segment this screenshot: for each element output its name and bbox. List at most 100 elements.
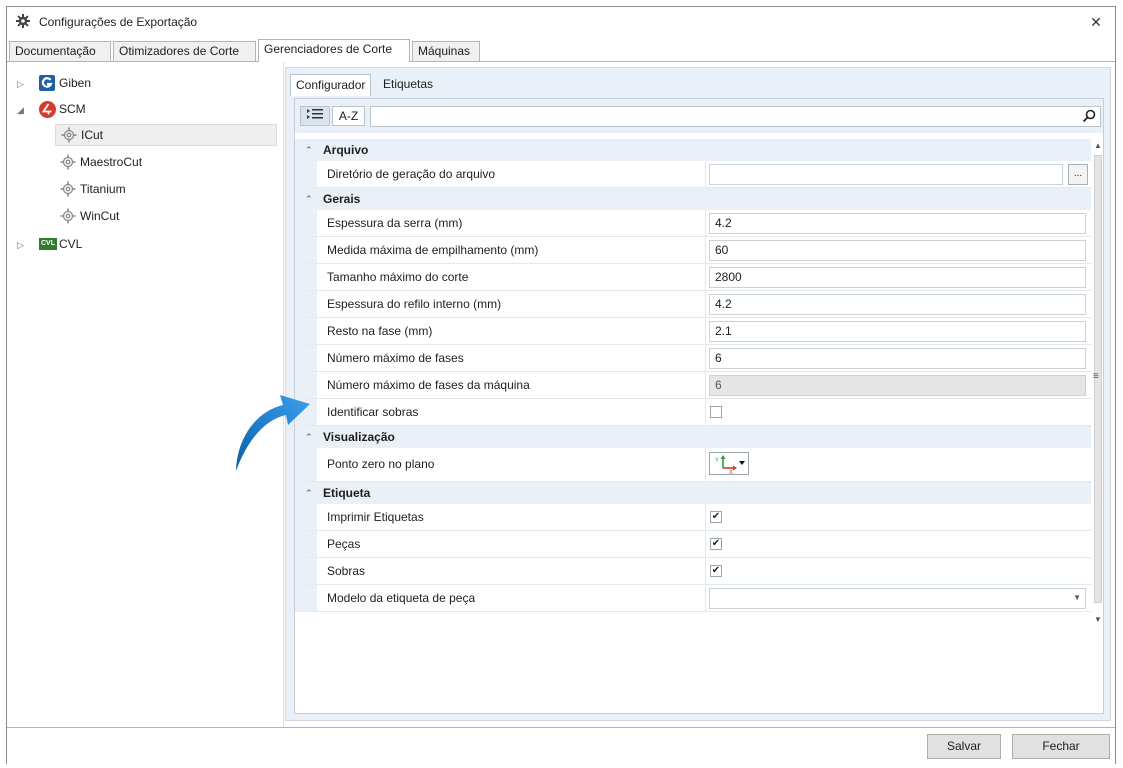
identify-leftovers-checkbox[interactable]	[710, 406, 722, 418]
machine-max-phases-readonly: 6	[709, 375, 1086, 396]
callout-arrow-icon	[233, 395, 313, 480]
property-value: ✔	[705, 558, 1091, 585]
part-label-template-combo[interactable]: ▼	[709, 588, 1086, 609]
collapse-chevron-icon[interactable]: ⌃	[305, 188, 313, 210]
property-label: Resto na fase (mm)	[295, 318, 705, 345]
property-value: 4.2	[705, 210, 1091, 237]
category-etiqueta[interactable]: ⌃ Etiqueta	[295, 482, 1091, 504]
collapse-chevron-icon[interactable]: ⌃	[305, 482, 313, 504]
x-axis-label: X	[729, 470, 733, 474]
property-value: ...	[705, 161, 1091, 188]
tree-item-label: MaestroCut	[80, 155, 143, 169]
property-value: ✔	[705, 504, 1091, 531]
max-cut-length-field[interactable]: 2800	[709, 267, 1086, 288]
property-row: Tamanho máximo do corte 2800	[295, 264, 1091, 291]
tree-item-label: CVL	[59, 237, 83, 251]
property-value: 6	[705, 345, 1091, 372]
inner-trim-thickness-field[interactable]: 4.2	[709, 294, 1086, 315]
property-value: 2800	[705, 264, 1091, 291]
tab-gerenciadores-de-corte[interactable]: Gerenciadores de Corte	[258, 39, 410, 62]
alphabetical-view-button[interactable]: A-Z	[332, 106, 365, 126]
gear-icon	[16, 14, 30, 31]
tree-item-label: ICut	[81, 128, 104, 142]
y-axis-label: Y	[715, 458, 719, 464]
property-grid-toolbar: A-Z	[295, 99, 1103, 133]
category-gerais[interactable]: ⌃ Gerais	[295, 188, 1091, 210]
giben-logo-icon	[39, 75, 55, 98]
property-value: 2.1	[705, 318, 1091, 345]
category-arquivo[interactable]: ⌃ Arquivo	[295, 139, 1091, 161]
tree-item-cvl[interactable]: ▷ CVL CVL	[7, 233, 277, 255]
property-label: Sobras	[295, 558, 705, 585]
search-icon[interactable]	[1082, 109, 1096, 126]
close-button[interactable]: Fechar	[1012, 734, 1110, 759]
parts-checkbox[interactable]: ✔	[710, 538, 722, 550]
property-value	[705, 399, 1091, 426]
property-value: ✔	[705, 531, 1091, 558]
property-row: Espessura do refilo interno (mm) 4.2	[295, 291, 1091, 318]
print-labels-checkbox[interactable]: ✔	[710, 511, 722, 523]
tab-documentacao[interactable]: Documentação	[9, 41, 111, 61]
output-directory-field[interactable]	[709, 164, 1063, 185]
search-input[interactable]	[375, 107, 1069, 127]
property-label: Imprimir Etiquetas	[295, 504, 705, 531]
property-label: Espessura do refilo interno (mm)	[295, 291, 705, 318]
max-stack-height-field[interactable]: 60	[709, 240, 1086, 261]
property-value: 4.2	[705, 291, 1091, 318]
category-visualizacao[interactable]: ⌃ Visualização	[295, 426, 1091, 448]
vertical-scrollbar[interactable]: ▲ ≡ ▼	[1091, 139, 1105, 715]
browse-button[interactable]: ...	[1068, 164, 1088, 185]
tab-otimizadores-de-corte[interactable]: Otimizadores de Corte	[113, 41, 256, 61]
property-row: Espessura da serra (mm) 4.2	[295, 210, 1091, 237]
tree-item-label: Titanium	[80, 182, 126, 196]
origin-picker-dropdown[interactable]: Y X	[709, 452, 749, 476]
window-title: Configurações de Exportação	[39, 15, 198, 29]
property-value: ▼	[705, 585, 1091, 612]
tree-item-titanium[interactable]: Titanium	[55, 178, 277, 200]
max-phases-field[interactable]: 6	[709, 348, 1086, 369]
property-label: Ponto zero no plano	[295, 448, 705, 482]
collapse-chevron-icon[interactable]: ⌃	[305, 139, 313, 161]
search-box[interactable]	[370, 106, 1101, 127]
property-row: Peças ✔	[295, 531, 1091, 558]
property-row: Identificar sobras	[295, 399, 1091, 426]
gear-icon	[61, 127, 77, 150]
collapse-arrow-icon[interactable]: ◢	[17, 99, 24, 121]
tree-item-wincut[interactable]: WinCut	[55, 205, 277, 227]
property-row: Diretório de geração do arquivo ...	[295, 161, 1091, 188]
categorized-view-button[interactable]	[300, 106, 330, 126]
property-label: Medida máxima de empilhamento (mm)	[295, 237, 705, 264]
tree-item-maestrocut[interactable]: MaestroCut	[55, 151, 277, 173]
property-value: Y X	[705, 448, 1091, 482]
saw-thickness-field[interactable]: 4.2	[709, 213, 1086, 234]
grip-icon: ≡	[1093, 371, 1099, 382]
leftovers-checkbox[interactable]: ✔	[710, 565, 722, 577]
tab-etiquetas[interactable]: Etiquetas	[378, 74, 438, 96]
property-row: Número máximo de fases da máquina 6	[295, 372, 1091, 399]
property-label: Modelo da etiqueta de peça	[295, 585, 705, 612]
save-button[interactable]: Salvar	[927, 734, 1001, 759]
property-value: 6	[705, 372, 1091, 399]
scroll-up-icon[interactable]: ▲	[1094, 141, 1102, 150]
category-label: Gerais	[323, 192, 361, 206]
close-icon[interactable]: ✕	[1085, 11, 1107, 33]
tree-item-label: WinCut	[80, 209, 120, 223]
phase-remainder-field[interactable]: 2.1	[709, 321, 1086, 342]
scm-logo-icon	[39, 101, 56, 125]
property-value: 60	[705, 237, 1091, 264]
button-bar: Salvar Fechar	[7, 727, 1115, 764]
category-label: Arquivo	[323, 143, 369, 157]
cvl-logo-icon: CVL	[39, 238, 57, 250]
category-label: Etiqueta	[323, 486, 371, 500]
tree-item-icut[interactable]: ICut	[55, 124, 277, 146]
tab-configurador[interactable]: Configurador	[290, 74, 372, 96]
category-label: Visualização	[323, 430, 395, 444]
tree-item-giben[interactable]: ▷ Giben	[7, 72, 277, 94]
scroll-down-icon[interactable]: ▼	[1094, 615, 1102, 624]
tree-item-scm[interactable]: ◢ SCM	[7, 98, 277, 120]
chevron-down-icon[interactable]: ▼	[1073, 593, 1081, 602]
expand-arrow-icon[interactable]: ▷	[17, 73, 24, 95]
expand-arrow-icon[interactable]: ▷	[17, 234, 24, 256]
gear-icon	[60, 154, 76, 177]
tab-maquinas[interactable]: Máquinas	[412, 41, 480, 61]
